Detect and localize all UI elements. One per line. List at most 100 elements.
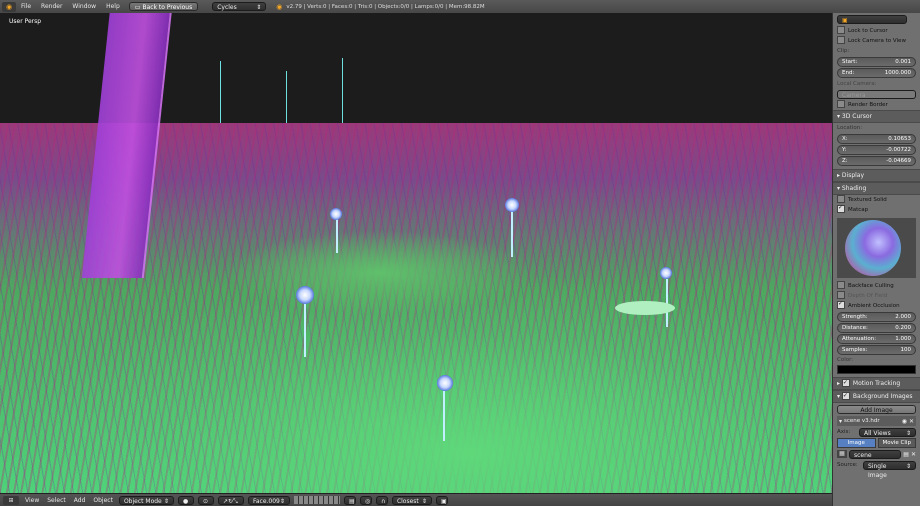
cursor-z-field[interactable]: Z: -0.04669	[837, 156, 916, 166]
axis-dropdown[interactable]: All Views ⇕	[859, 427, 916, 437]
checkbox[interactable]	[841, 377, 850, 388]
ao-distance-field[interactable]: Distance: 0.200	[837, 323, 916, 333]
add-image-button[interactable]: Add Image	[837, 405, 916, 414]
flower-stem	[511, 211, 513, 257]
local-camera-label: Local Camera:	[837, 81, 877, 87]
ao-strength-field[interactable]: Strength: 2.000	[837, 312, 916, 322]
menu-file[interactable]: File	[16, 3, 36, 10]
3d-cursor-header[interactable]: ▾ 3D Cursor	[833, 110, 920, 123]
render-border-row[interactable]: Render Border	[837, 99, 916, 110]
opengl-render-button[interactable]: ▣	[435, 495, 448, 505]
transform-icon: ↗↻⤡	[222, 497, 238, 505]
motion-tracking-header[interactable]: ▸ Motion Tracking	[833, 377, 920, 390]
ambient-occlusion-row[interactable]: Ambient Occlusion	[837, 299, 916, 311]
shading-dropdown[interactable]: ●	[177, 495, 194, 505]
tab-image[interactable]: Image	[837, 438, 876, 448]
flower-stem	[336, 219, 338, 253]
image-name: scene v3.hdr	[844, 418, 880, 424]
view-label: User Persp	[9, 18, 42, 25]
checkbox[interactable]	[837, 35, 845, 44]
local-camera-field[interactable]: Camera	[837, 90, 916, 99]
matcap-row[interactable]: Matcap	[837, 203, 916, 215]
checkbox[interactable]	[837, 203, 845, 213]
menu-object[interactable]: Object	[91, 497, 115, 504]
clip-start-field[interactable]: Start: 0.001	[837, 57, 916, 67]
source-dropdown[interactable]: Single Image ⇕	[863, 460, 916, 479]
ao-color-label: Color:	[837, 357, 854, 363]
chevron-updown-icon: ⇕	[279, 497, 285, 505]
object-field[interactable]: Face.009 ⇕	[247, 495, 290, 505]
chevron-updown-icon: ⇕	[256, 4, 262, 11]
image-datablock-field[interactable]: scene	[849, 449, 902, 459]
blender-version-icon: ◉	[276, 2, 283, 11]
matcap-sphere	[845, 220, 901, 276]
image-browse-icon[interactable]: ▦	[837, 450, 847, 458]
flower	[330, 208, 342, 220]
source-tabs: Image Movie Clip	[837, 438, 916, 448]
cube-icon: ▣	[842, 17, 848, 24]
triangle-down-icon[interactable]: ▾	[839, 418, 842, 425]
manipulator-toggle[interactable]: ↗↻⤡	[217, 495, 244, 505]
close-icon[interactable]: ✕	[909, 418, 914, 425]
checkbox[interactable]	[837, 299, 845, 309]
proportional-edit-toggle[interactable]: ◎	[359, 495, 372, 505]
3d-view-header: ⊞ View Select Add Object Object Mode ⇕ ● …	[0, 493, 832, 506]
backface-culling-row[interactable]: Backface Culling	[837, 280, 916, 291]
cursor-x-field[interactable]: X: 0.10653	[837, 134, 916, 144]
blender-logo-icon[interactable]: ◉	[2, 1, 16, 12]
matcap-preview[interactable]	[837, 218, 916, 278]
camera-icon: ▣	[440, 497, 447, 505]
mode-dropdown[interactable]: Object Mode ⇕	[118, 495, 174, 505]
lock-object-field[interactable]: ▣	[837, 15, 907, 24]
back-to-previous-button[interactable]: ▭ Back to Previous	[128, 2, 199, 11]
flower-stem	[304, 303, 306, 357]
sphere-icon: ●	[182, 497, 189, 505]
lock-camera-row[interactable]: Lock Camera to View	[837, 35, 916, 46]
menu-add[interactable]: Add	[72, 497, 88, 504]
layer-buttons[interactable]	[293, 496, 340, 504]
tab-movie-clip[interactable]: Movie Clip	[877, 438, 916, 448]
background-images-header[interactable]: ▾ Background Images	[833, 390, 920, 403]
render-engine-dropdown[interactable]: Cycles Render⇕	[212, 2, 267, 20]
flower	[296, 286, 314, 304]
lock-to-cursor-row[interactable]: Lock to Cursor	[837, 25, 916, 36]
flower	[505, 198, 519, 212]
ao-attenuation-field[interactable]: Attenuation: 1.000	[837, 334, 916, 344]
editor-type-icon[interactable]: ⊞	[3, 495, 19, 505]
checkbox[interactable]	[841, 390, 850, 401]
depth-of-field-row[interactable]: Depth Of Field	[837, 290, 916, 301]
axis-label: Axis:	[837, 429, 851, 435]
close-icon[interactable]: ✕	[911, 451, 916, 458]
ao-samples-field[interactable]: Samples: 100	[837, 345, 916, 355]
pivot-dropdown[interactable]: ⊙	[197, 495, 214, 505]
checkbox[interactable]	[837, 99, 845, 108]
3d-viewport[interactable]: User Persp	[0, 13, 832, 493]
folder-icon[interactable]: ▤	[903, 451, 909, 458]
snap-target-dropdown[interactable]: Closest ⇕	[391, 495, 432, 505]
ao-color-swatch[interactable]	[837, 365, 916, 374]
shading-header[interactable]: ▾ Shading	[833, 182, 920, 195]
textured-solid-row[interactable]: Textured Solid	[837, 194, 916, 205]
clip-label: Clip:	[837, 48, 850, 54]
checkbox[interactable]	[837, 25, 845, 34]
menu-view[interactable]: View	[23, 497, 41, 504]
menu-window[interactable]: Window	[67, 3, 101, 10]
background-image-item[interactable]: ▾ scene v3.hdr ◉ ✕	[837, 416, 916, 426]
snap-toggle[interactable]: ∩	[375, 495, 388, 505]
menu-help[interactable]: Help	[101, 3, 125, 10]
pivot-icon: ⊙	[202, 497, 208, 505]
chevron-updown-icon: ⇕	[905, 462, 911, 470]
display-header[interactable]: ▸ Display	[833, 169, 920, 182]
proportional-icon: ◎	[364, 497, 371, 505]
render-layer-toggle[interactable]: ▤	[343, 495, 356, 505]
cursor-y-field[interactable]: Y: -0.00722	[837, 145, 916, 155]
menu-select[interactable]: Select	[45, 497, 68, 504]
checkbox[interactable]	[837, 290, 845, 299]
top-menu-bar: ◉ File Render Window Help ▭ Back to Previ…	[0, 0, 920, 20]
eye-icon[interactable]: ◉	[902, 418, 907, 425]
checkbox[interactable]	[837, 194, 845, 203]
menu-render[interactable]: Render	[36, 3, 67, 10]
clip-end-field[interactable]: End: 1000.000	[837, 68, 916, 78]
scene-stats: v2.79 | Verts:0 | Faces:0 | Tris:0 | Obj…	[286, 3, 485, 10]
checkbox[interactable]	[837, 280, 845, 289]
